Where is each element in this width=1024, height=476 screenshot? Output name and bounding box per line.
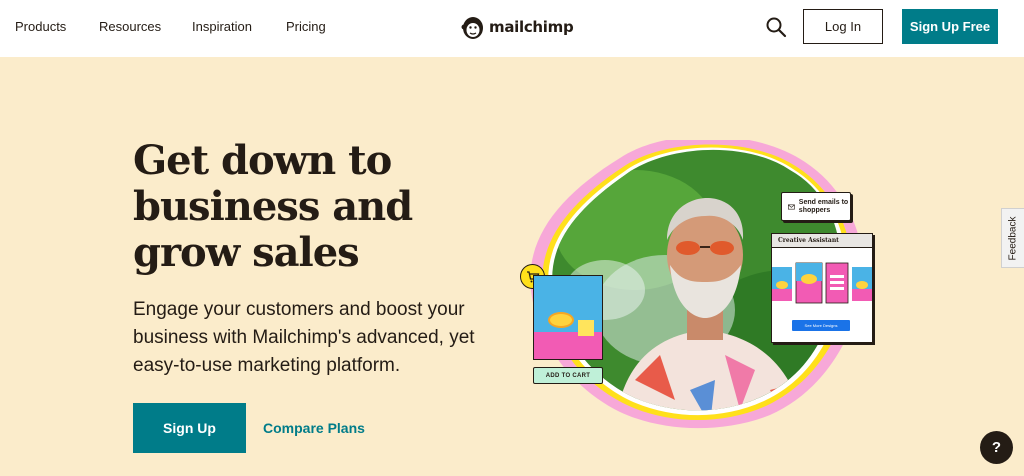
hero-title: Get down to business and grow sales [133, 137, 413, 276]
nav-inspiration[interactable]: Inspiration [192, 19, 252, 34]
product-card-base [534, 332, 602, 359]
help-button[interactable]: ? [980, 431, 1013, 464]
nav-pricing[interactable]: Pricing [286, 19, 326, 34]
signup-button[interactable]: Sign Up [133, 403, 246, 453]
compare-plans-link[interactable]: Compare Plans [263, 420, 365, 436]
see-more-designs-button: See More Designs [792, 320, 850, 331]
nav-products[interactable]: Products [15, 19, 66, 34]
freddie-icon [461, 17, 483, 39]
logo-wordmark: mailchimp [489, 18, 574, 36]
site-header: Products Resources Inspiration Pricing m… [0, 0, 1024, 57]
send-emails-card: Send emails to shoppers [781, 192, 851, 221]
send-emails-text: Send emails to shoppers [798, 198, 849, 214]
envelope-icon [788, 204, 795, 209]
login-button[interactable]: Log In [803, 9, 883, 44]
mailchimp-logo[interactable]: mailchimp [460, 12, 574, 42]
product-box-image [578, 320, 594, 336]
pool-float-image [548, 312, 574, 328]
hero-subtitle: Engage your customers and boost your bus… [133, 299, 475, 376]
signup-free-button[interactable]: Sign Up Free [902, 9, 998, 44]
feedback-label: Feedback [1007, 216, 1019, 260]
feedback-tab[interactable]: Feedback [1001, 208, 1024, 268]
design-thumbnails [772, 262, 872, 304]
nav-resources[interactable]: Resources [99, 19, 161, 34]
creative-assistant-title: Creative Assistant [772, 234, 872, 248]
add-to-cart-button: ADD TO CART [533, 367, 603, 384]
search-button[interactable] [764, 15, 788, 39]
creative-assistant-card: Creative Assistant See More Designs [771, 233, 873, 343]
product-card [533, 275, 603, 360]
search-icon [766, 17, 787, 38]
